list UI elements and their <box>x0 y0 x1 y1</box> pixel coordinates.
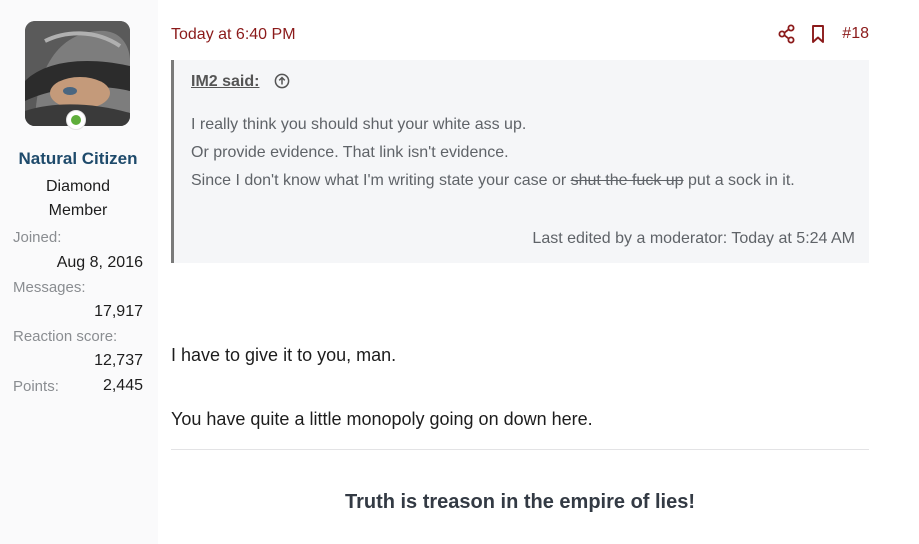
joined-value: Aug 8, 2016 <box>56 254 143 271</box>
reaction-score-label: Reaction score: <box>13 328 118 345</box>
messages-value: 17,917 <box>94 303 143 320</box>
arrow-up-circle-icon[interactable] <box>274 73 290 89</box>
online-status-indicator <box>66 110 86 130</box>
share-icon[interactable] <box>778 24 796 44</box>
reaction-score-value: 12,737 <box>94 352 143 369</box>
quote-line-3: Since I don't know what I'm writing stat… <box>191 172 795 190</box>
user-signature: Truth is treason in the empire of lies! <box>344 491 696 513</box>
signature-divider <box>171 449 869 450</box>
post-body-line-2: You have quite a little monopoly going o… <box>171 409 593 429</box>
quote-author-link[interactable]: IM2 said: <box>191 73 259 91</box>
points-label: Points: <box>13 378 59 395</box>
messages-label: Messages: <box>13 279 86 296</box>
forum-post: Natural Citizen Diamond Member Joined: A… <box>0 0 919 544</box>
bookmark-icon[interactable] <box>810 24 828 44</box>
joined-label: Joined: <box>13 229 62 246</box>
user-column: Natural Citizen Diamond Member Joined: A… <box>0 0 158 544</box>
username[interactable]: Natural Citizen <box>0 149 156 169</box>
quote-line-3-start: Since I don't know what I'm writing stat… <box>191 172 571 189</box>
last-edited-note: Last edited by a moderator: Today at 5:2… <box>532 230 855 247</box>
points-value: 2,445 <box>102 377 143 394</box>
quote-line-3-end: put a sock in it. <box>683 172 795 189</box>
post-body-line-1: I have to give it to you, man. <box>171 345 397 365</box>
user-title: Diamond Member <box>45 178 111 219</box>
post-date[interactable]: Today at 6:40 PM <box>171 26 296 44</box>
quote-block: IM2 said: I really think you should shut… <box>171 60 869 263</box>
quote-line-2: Or provide evidence. That link isn't evi… <box>191 144 509 161</box>
post-actions: #18 <box>778 24 869 44</box>
post-number-link[interactable]: #18 <box>842 25 869 43</box>
quote-line-1: I really think you should shut your whit… <box>191 116 527 133</box>
quote-strikethrough-text: shut the fuck up <box>570 172 684 189</box>
